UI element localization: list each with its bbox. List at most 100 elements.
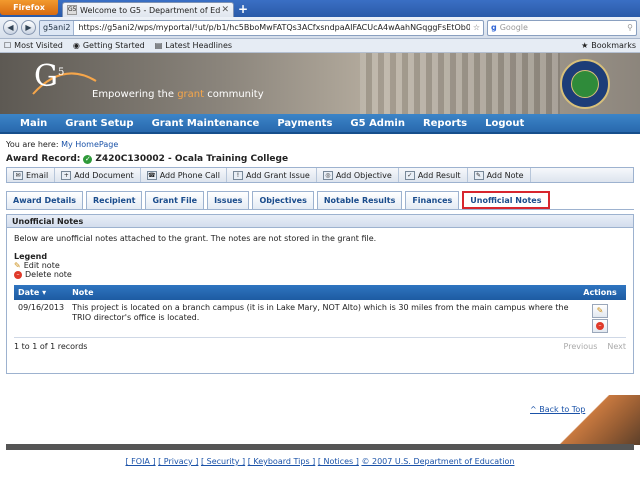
add-grant-issue-button[interactable]: ! Add Grant Issue	[227, 168, 317, 182]
footer-link-notices[interactable]: [ Notices ]	[318, 457, 359, 466]
google-icon: g	[491, 23, 497, 32]
footer-decoration	[554, 395, 640, 445]
phone-icon: ☎	[146, 170, 157, 180]
tab-unofficial-notes[interactable]: Unofficial Notes	[462, 191, 550, 209]
firefox-menu-button[interactable]: Firefox	[0, 0, 58, 15]
result-icon: ✓	[404, 170, 415, 180]
add-phone-call-button[interactable]: ☎ Add Phone Call	[141, 168, 227, 182]
note-text: This project is located on a branch camp…	[68, 300, 574, 338]
bookmark-star-icon[interactable]: ☆	[470, 23, 483, 32]
navigation-toolbar: ◀ ▶ g5ani2 https://g5ani2/wps/myportal/!…	[0, 17, 640, 39]
menu-grant-maintenance[interactable]: Grant Maintenance	[144, 118, 268, 129]
site-banner: G5 Empowering the grant community	[0, 53, 640, 114]
email-icon: ✉	[13, 170, 23, 180]
add-note-button[interactable]: ✎ Add Note	[468, 168, 531, 182]
browser-titlebar: Firefox G5 Welcome to G5 - Department of…	[0, 0, 640, 17]
document-icon: +	[61, 170, 72, 180]
new-tab-icon[interactable]: +	[238, 2, 248, 16]
check-icon: ✓	[83, 154, 93, 164]
tab-award-details[interactable]: Award Details	[6, 191, 83, 209]
footer-link-privacy[interactable]: [ Privacy ]	[158, 457, 198, 466]
record-count: 1 to 1 of 1 records	[14, 342, 88, 351]
bookmarks-toolbar: ☐ Most Visited ◉ Getting Started ▤ Latest H…	[0, 39, 640, 53]
notes-table: Date ▾ Note Actions 09/16/2013 This proj…	[14, 285, 626, 338]
panel-title: Unofficial Notes	[7, 215, 633, 228]
bookmark-getting-started[interactable]: ◉ Getting Started	[73, 41, 145, 50]
bookmark-latest-headlines[interactable]: ▤ Latest Headlines	[155, 41, 232, 50]
footer-link-security[interactable]: [ Security ]	[201, 457, 245, 466]
tab-issues[interactable]: Issues	[207, 191, 250, 209]
bookmark-most-visited[interactable]: ☐ Most Visited	[4, 41, 63, 50]
close-tab-icon[interactable]: ✕	[221, 5, 229, 15]
search-placeholder: Google	[499, 23, 528, 32]
pagination: 1 to 1 of 1 records Previous Next	[14, 342, 626, 351]
back-arrow-icon[interactable]: ◀	[3, 20, 18, 35]
note-date: 09/16/2013	[14, 300, 69, 338]
bookmarks-menu-button[interactable]: ★ Bookmarks	[581, 41, 636, 50]
button-label: Add Note	[486, 170, 524, 180]
menu-payments[interactable]: Payments	[269, 118, 340, 129]
add-document-button[interactable]: + Add Document	[55, 168, 141, 182]
legend-edit: ✎ Edit note	[14, 261, 626, 270]
library-background	[360, 53, 560, 114]
legend-delete: – Delete note	[14, 270, 626, 279]
footer-copyright-link[interactable]: © 2007 U.S. Department of Education	[361, 457, 514, 466]
browser-tab[interactable]: G5 Welcome to G5 - Department of Educati…	[62, 2, 234, 17]
magnifier-icon[interactable]: ⚲	[627, 23, 633, 32]
tab-notable-results[interactable]: Notable Results	[316, 191, 403, 209]
department-of-education-seal	[560, 59, 610, 109]
delete-icon: –	[14, 270, 22, 279]
tab-objectives[interactable]: Objectives	[252, 191, 314, 209]
menu-logout[interactable]: Logout	[477, 118, 532, 129]
button-label: Add Objective	[335, 170, 392, 180]
legend-edit-label: Edit note	[23, 261, 60, 270]
menu-reports[interactable]: Reports	[415, 118, 475, 129]
note-icon: ✎	[473, 170, 484, 180]
browser-window: Firefox G5 Welcome to G5 - Department of…	[0, 0, 640, 466]
pencil-icon: ✎	[14, 261, 21, 270]
menu-g5-admin[interactable]: G5 Admin	[342, 118, 413, 129]
search-input[interactable]: g Google ⚲	[487, 19, 637, 36]
button-label: Add Document	[74, 170, 134, 180]
breadcrumb-home-link[interactable]: My HomePage	[61, 140, 118, 149]
next-page-link[interactable]: Next	[607, 342, 626, 351]
banner-tagline: Empowering the grant community	[92, 89, 264, 100]
url-text[interactable]: https://g5ani2/wps/myportal/!ut/p/b1/hc5…	[74, 23, 469, 32]
award-tabs: Award Details Recipient Grant File Issue…	[6, 190, 634, 210]
menu-main[interactable]: Main	[12, 118, 55, 129]
unofficial-notes-panel: Unofficial Notes Below are unofficial no…	[6, 214, 634, 374]
footer-link-foia[interactable]: [ FOIA ]	[126, 457, 156, 466]
tab-grant-file[interactable]: Grant File	[145, 191, 205, 209]
previous-page-link[interactable]: Previous	[564, 342, 598, 351]
award-record-id: Z420C130002 - Ocala Training College	[95, 154, 289, 164]
tab-title: Welcome to G5 - Department of Educatio..…	[80, 5, 221, 15]
email-button[interactable]: ✉ Email	[7, 168, 56, 182]
edit-note-button[interactable]: ✎	[592, 304, 608, 318]
objective-icon: ◎	[322, 170, 333, 180]
breadcrumb-prefix: You are here:	[6, 140, 59, 149]
tab-finances[interactable]: Finances	[405, 191, 460, 209]
menu-grant-setup[interactable]: Grant Setup	[57, 118, 141, 129]
tab-recipient[interactable]: Recipient	[85, 191, 143, 209]
page-footer: [ FOIA ] [ Privacy ] [ Security ] [ Keyb…	[0, 457, 640, 466]
add-objective-button[interactable]: ◎ Add Objective	[317, 168, 399, 182]
column-header-date[interactable]: Date ▾	[14, 285, 69, 300]
table-row: 09/16/2013 This project is located on a …	[14, 300, 626, 338]
legend-title: Legend	[14, 252, 48, 261]
button-label: Add Grant Issue	[245, 170, 310, 180]
main-menu: Main Grant Setup Grant Maintenance Payme…	[0, 114, 640, 134]
delete-note-button[interactable]: –	[592, 319, 608, 333]
address-bar[interactable]: g5ani2 https://g5ani2/wps/myportal/!ut/p…	[39, 19, 484, 36]
bookmarks-menu-label: Bookmarks	[591, 41, 636, 50]
button-label: Add Result	[417, 170, 461, 180]
grant-issue-icon: !	[232, 170, 243, 180]
site-identity-label[interactable]: g5ani2	[40, 20, 75, 35]
award-record: Award Record: ✓ Z420C130002 - Ocala Trai…	[0, 149, 640, 164]
award-record-label: Award Record:	[6, 154, 81, 164]
back-to-top-link[interactable]: ^ Back to Top	[530, 405, 585, 414]
add-result-button[interactable]: ✓ Add Result	[399, 168, 468, 182]
footer-link-keyboard-tips[interactable]: [ Keyboard Tips ]	[248, 457, 316, 466]
breadcrumb: You are here: My HomePage	[0, 134, 640, 149]
award-toolbar: ✉ Email + Add Document ☎ Add Phone Call ! Ad…	[6, 167, 634, 183]
forward-arrow-icon[interactable]: ▶	[21, 20, 36, 35]
